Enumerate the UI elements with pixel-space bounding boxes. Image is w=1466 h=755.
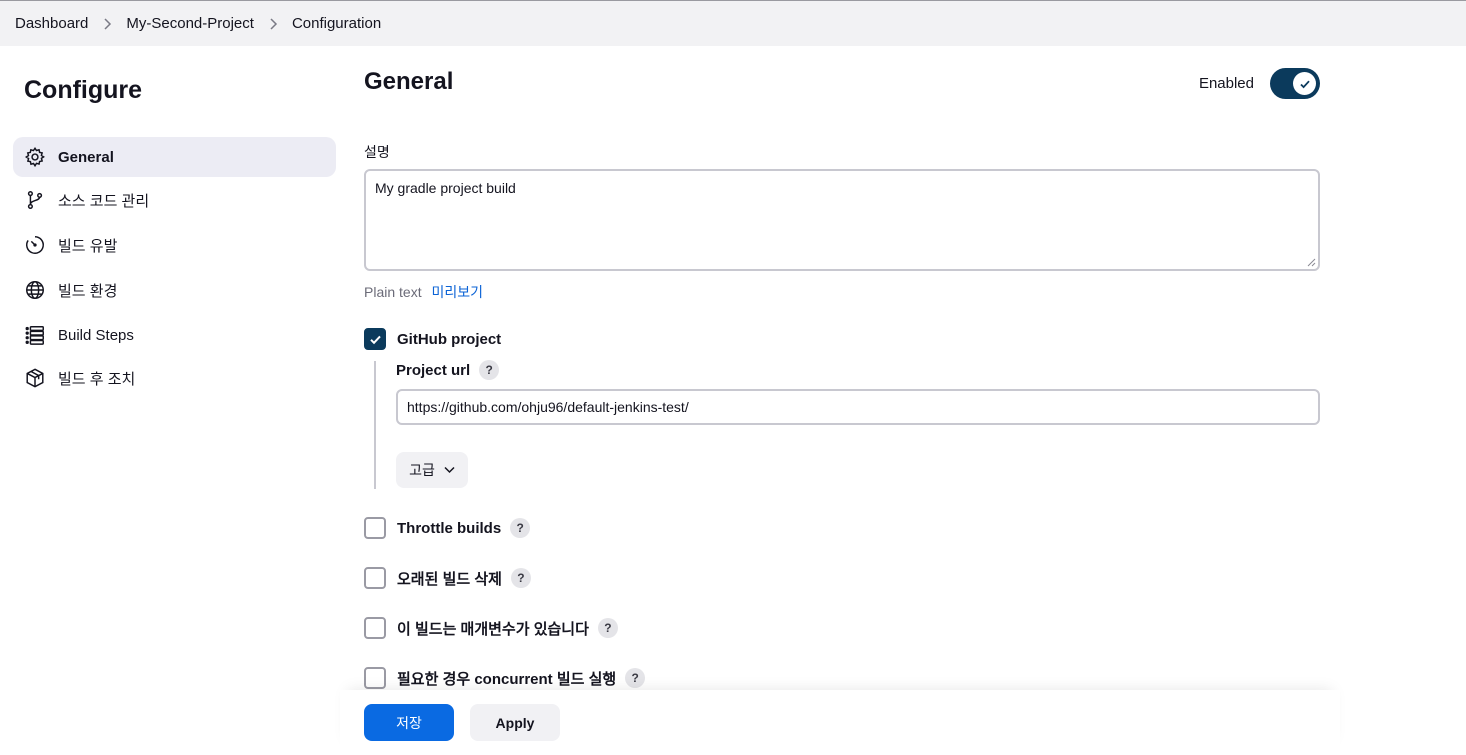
chevron-right-icon bbox=[268, 17, 278, 30]
branch-icon bbox=[24, 189, 46, 211]
breadcrumb-dashboard[interactable]: Dashboard bbox=[15, 15, 88, 32]
project-url-help-icon[interactable]: ? bbox=[479, 360, 500, 380]
sidebar-item-general[interactable]: General bbox=[13, 137, 336, 177]
sidebar-item-source-code[interactable]: 소스 코드 관리 bbox=[13, 180, 336, 220]
resize-grip-icon[interactable] bbox=[1307, 258, 1316, 267]
section-title: General bbox=[364, 68, 454, 95]
sidebar: Configure General 소스 코드 관리 빌드 유발 빌드 환경 B… bbox=[0, 46, 350, 755]
sidebar-item-build-triggers[interactable]: 빌드 유발 bbox=[13, 225, 336, 265]
plain-text-label: Plain text bbox=[364, 284, 422, 300]
sidebar-item-label: 빌드 환경 bbox=[58, 282, 118, 300]
breadcrumb-configuration[interactable]: Configuration bbox=[292, 15, 381, 32]
description-textarea[interactable]: My gradle project build bbox=[364, 169, 1320, 271]
throttle-builds-row: Throttle builds ? bbox=[364, 517, 531, 539]
concurrent-builds-label: 필요한 경우 concurrent 빌드 실행 bbox=[397, 670, 617, 688]
discard-old-builds-help-icon[interactable]: ? bbox=[510, 568, 531, 588]
sidebar-item-label: General bbox=[58, 148, 114, 166]
parameterized-label: 이 빌드는 매개변수가 있습니다 bbox=[397, 620, 589, 638]
concurrent-builds-help-icon[interactable]: ? bbox=[625, 668, 646, 688]
concurrent-builds-row: 필요한 경우 concurrent 빌드 실행 ? bbox=[364, 667, 646, 689]
concurrent-builds-checkbox[interactable] bbox=[364, 667, 386, 689]
preview-row: Plain text 미리보기 bbox=[364, 282, 483, 302]
parameterized-help-icon[interactable]: ? bbox=[597, 618, 618, 638]
sidebar-item-build-steps[interactable]: Build Steps bbox=[13, 315, 336, 355]
sidebar-item-label: 빌드 후 조치 bbox=[58, 370, 136, 388]
parameterized-checkbox[interactable] bbox=[364, 617, 386, 639]
breadcrumb-project[interactable]: My-Second-Project bbox=[126, 15, 254, 32]
advanced-button[interactable]: 고급 bbox=[396, 452, 468, 488]
project-url-input[interactable] bbox=[396, 389, 1320, 425]
github-project-label: GitHub project bbox=[397, 330, 502, 348]
advanced-label: 고급 bbox=[409, 462, 435, 478]
sidebar-item-label: 소스 코드 관리 bbox=[58, 192, 150, 210]
check-icon bbox=[1293, 72, 1316, 95]
sidebar-item-post-build[interactable]: 빌드 후 조치 bbox=[13, 358, 336, 398]
sidebar-item-build-environment[interactable]: 빌드 환경 bbox=[13, 270, 336, 310]
apply-button[interactable]: Apply bbox=[470, 704, 560, 741]
sidebar-title: Configure bbox=[24, 76, 143, 104]
save-button[interactable]: 저장 bbox=[364, 704, 454, 741]
sidebar-item-label: Build Steps bbox=[58, 326, 134, 344]
enabled-toggle-group: Enabled bbox=[1199, 68, 1320, 99]
globe-icon bbox=[24, 279, 46, 301]
throttle-builds-help-icon[interactable]: ? bbox=[510, 518, 531, 538]
chevron-right-icon bbox=[102, 17, 112, 30]
gear-icon bbox=[24, 146, 46, 168]
project-url-label-row: Project url ? bbox=[396, 360, 500, 380]
discard-old-builds-label: 오래된 빌드 삭제 bbox=[397, 570, 502, 588]
list-icon bbox=[24, 324, 46, 346]
discard-old-builds-row: 오래된 빌드 삭제 ? bbox=[364, 567, 531, 589]
throttle-builds-checkbox[interactable] bbox=[364, 517, 386, 539]
preview-link[interactable]: 미리보기 bbox=[431, 284, 483, 300]
package-icon bbox=[24, 367, 46, 389]
enabled-toggle[interactable] bbox=[1270, 68, 1320, 99]
project-url-label: Project url bbox=[396, 361, 471, 379]
github-project-row: GitHub project bbox=[364, 328, 501, 350]
enabled-label: Enabled bbox=[1198, 75, 1254, 92]
description-label: 설명 bbox=[364, 144, 390, 160]
chevron-down-icon bbox=[444, 466, 455, 474]
parameterized-row: 이 빌드는 매개변수가 있습니다 ? bbox=[364, 617, 618, 639]
github-project-checkbox[interactable] bbox=[364, 328, 386, 350]
discard-old-builds-checkbox[interactable] bbox=[364, 567, 386, 589]
throttle-builds-label: Throttle builds bbox=[397, 519, 502, 537]
sidebar-item-label: 빌드 유발 bbox=[58, 237, 118, 255]
breadcrumb: Dashboard My-Second-Project Configuratio… bbox=[0, 0, 1466, 46]
nested-divider bbox=[374, 361, 376, 489]
timer-icon bbox=[24, 234, 46, 256]
